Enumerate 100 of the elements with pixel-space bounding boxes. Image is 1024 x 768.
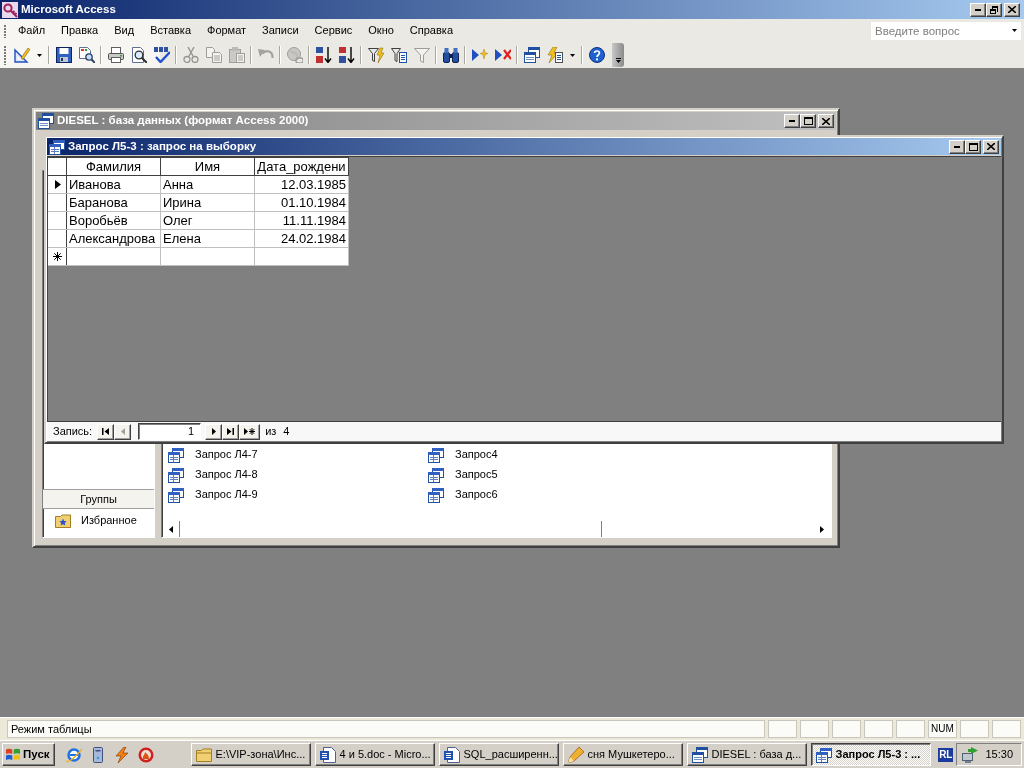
flame-disc-icon[interactable] xyxy=(137,746,154,763)
menu-item[interactable]: Правка xyxy=(53,23,107,38)
minimize-icon xyxy=(789,120,795,122)
new-record-icon[interactable] xyxy=(471,47,488,63)
menu-item[interactable]: Записи xyxy=(254,23,307,38)
next-record-icon xyxy=(211,428,216,435)
monitor-arrow-icon[interactable] xyxy=(962,746,979,763)
close-button[interactable] xyxy=(983,139,999,154)
lightning-bolt-icon[interactable] xyxy=(113,746,130,763)
query-icon[interactable] xyxy=(49,138,65,155)
taskbar-button[interactable]: DIESEL : база д... xyxy=(686,743,807,766)
dropdown-button[interactable] xyxy=(1007,21,1021,40)
left-arrow-icon[interactable] xyxy=(169,525,173,533)
maximize-button[interactable] xyxy=(800,114,816,128)
close-button[interactable] xyxy=(1004,2,1020,17)
asterisk-icon xyxy=(53,252,62,261)
menu-item[interactable]: Справка xyxy=(401,23,461,38)
taskbar-button[interactable]: 4 и 5.doc - Micro... xyxy=(314,743,435,766)
drag-handle-icon[interactable] xyxy=(4,23,7,38)
delete-record-icon[interactable] xyxy=(494,47,511,63)
sort-ascending-icon[interactable] xyxy=(315,47,332,63)
object-item[interactable]: Запрос6 xyxy=(428,485,498,505)
menu-item[interactable]: Вставка xyxy=(142,23,199,38)
maximize-button[interactable] xyxy=(965,139,981,154)
object-item[interactable]: Запрос4 xyxy=(428,445,498,465)
save-icon[interactable] xyxy=(55,47,72,63)
next-record-button[interactable] xyxy=(205,423,223,440)
group-item[interactable]: Избранное xyxy=(43,509,154,533)
start-button[interactable]: Пуск xyxy=(2,743,55,766)
minimize-button[interactable] xyxy=(970,2,986,17)
of-label: из xyxy=(265,424,277,439)
printer-icon[interactable] xyxy=(107,47,124,63)
object-item[interactable]: Запрос Л4-7 xyxy=(168,445,258,465)
last-record-icon xyxy=(227,428,235,435)
query-icon xyxy=(428,447,444,463)
stacked-windows-icon[interactable] xyxy=(38,113,54,129)
object-item[interactable]: Запрос5 xyxy=(428,465,498,485)
right-arrow-icon[interactable] xyxy=(820,525,824,533)
spell-check-icon[interactable] xyxy=(153,47,170,63)
last-record-button[interactable] xyxy=(222,423,240,440)
binoculars-icon[interactable] xyxy=(442,47,459,63)
page-magnifier-icon[interactable] xyxy=(78,47,95,63)
document-icon xyxy=(443,746,460,763)
taskbar-button[interactable]: SQL_расширенн... xyxy=(438,743,559,766)
column-header[interactable]: Дата_рождени xyxy=(254,157,349,176)
caret-icon xyxy=(1011,29,1017,32)
caret-icon[interactable] xyxy=(37,53,42,57)
taskbar-button[interactable]: E:\VIP-зона\Инс... xyxy=(190,743,311,766)
object-item[interactable]: Запрос Л4-8 xyxy=(168,465,258,485)
query-icon xyxy=(168,467,184,483)
clock: 15:30 xyxy=(985,747,1013,762)
previous-record-icon xyxy=(120,428,125,435)
record-count: 4 xyxy=(283,424,290,439)
new-record-icon xyxy=(244,428,256,435)
drag-handle-icon[interactable] xyxy=(4,45,7,65)
horizontal-scrollbar[interactable] xyxy=(163,521,830,537)
close-icon xyxy=(822,117,830,125)
caret-icon[interactable] xyxy=(570,53,575,57)
window-title: Запрос Л5-3 : запрос на выборку xyxy=(68,139,257,154)
column-header[interactable]: Имя xyxy=(160,157,255,176)
funnel-lightning-icon[interactable] xyxy=(367,47,384,63)
new-record-button[interactable] xyxy=(239,423,261,440)
help-search-field[interactable]: Введите вопрос xyxy=(871,21,1007,40)
column-header[interactable]: Фамилия xyxy=(66,157,161,176)
close-button[interactable] xyxy=(818,114,834,128)
toolbar-options-button[interactable] xyxy=(612,43,624,67)
query-icon xyxy=(168,487,184,503)
status-text: Режим таблицы xyxy=(7,720,765,738)
language-indicator[interactable]: RL xyxy=(938,747,954,762)
ruler-pencil-icon[interactable] xyxy=(13,47,30,63)
taskbar-button[interactable]: сня Мушкетеро... xyxy=(562,743,683,766)
menu-item[interactable]: Сервис xyxy=(306,23,361,38)
taskbar-button[interactable]: Запрос Л5-3 : ... xyxy=(810,743,931,766)
menu-item[interactable]: Окно xyxy=(360,23,402,38)
orbit-ring-icon[interactable] xyxy=(65,746,82,763)
funnel-form-icon[interactable] xyxy=(390,47,407,63)
query-icon xyxy=(168,447,184,463)
folder-icon xyxy=(195,746,212,763)
record-number-field[interactable]: 1 xyxy=(138,423,202,440)
stacked-windows-icon[interactable] xyxy=(523,47,540,63)
groups-bar[interactable]: Группы xyxy=(43,489,154,509)
flag-icon xyxy=(5,747,21,762)
record-label: Запись: xyxy=(53,424,93,439)
chevron-icon xyxy=(615,58,621,63)
select-all-corner[interactable] xyxy=(48,157,67,176)
document-icon xyxy=(319,746,336,763)
query-icon xyxy=(815,746,832,763)
minimize-button[interactable] xyxy=(949,139,965,154)
object-item[interactable]: Запрос Л4-9 xyxy=(168,485,258,505)
menu-item[interactable]: Формат xyxy=(199,23,255,38)
help-icon[interactable] xyxy=(588,47,605,63)
print-preview-icon[interactable] xyxy=(130,47,147,63)
sort-descending-icon[interactable] xyxy=(338,47,355,63)
lightning-form-icon[interactable] xyxy=(546,47,563,63)
menu-item[interactable]: Вид xyxy=(106,23,143,38)
minimize-button[interactable] xyxy=(784,114,800,128)
star-folder-icon xyxy=(55,513,71,529)
first-record-button[interactable] xyxy=(97,423,115,440)
restore-button[interactable] xyxy=(986,2,1002,17)
menu-item[interactable]: Файл xyxy=(10,23,54,38)
